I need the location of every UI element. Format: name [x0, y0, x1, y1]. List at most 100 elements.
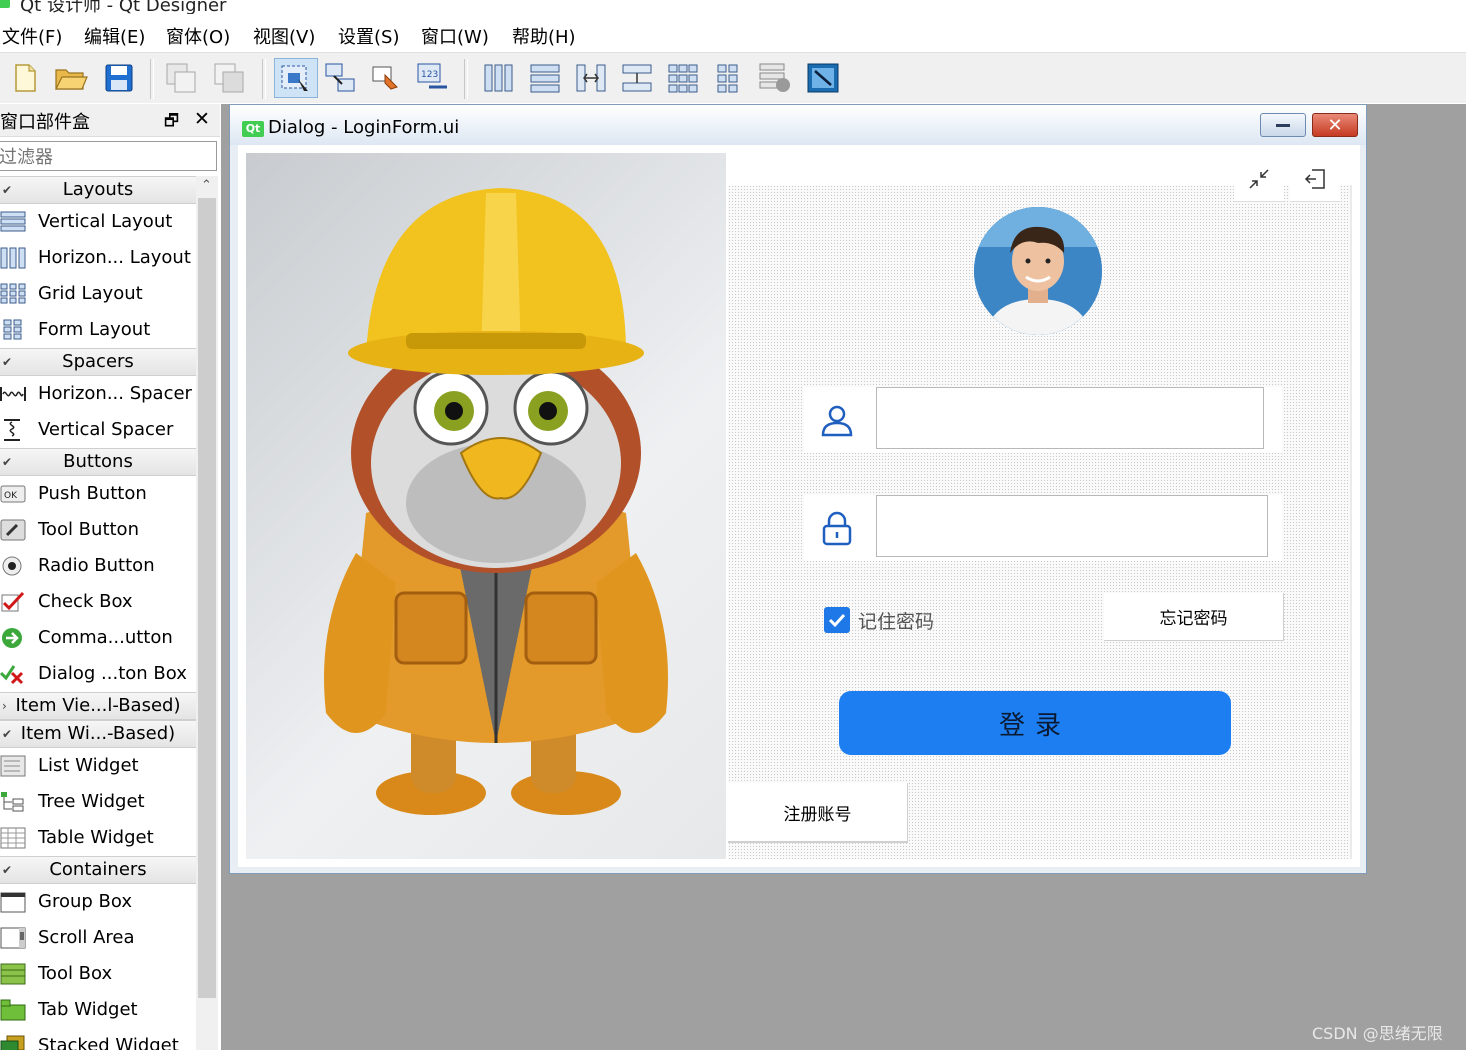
category-item-widgets[interactable]: ✔ Item Wi...-Based) [0, 720, 196, 748]
form-window-titlebar[interactable]: Qt Dialog - LoginForm.ui ✕ [230, 105, 1366, 145]
remember-password-label: 记住密码 [858, 610, 935, 633]
close-dock-icon[interactable]: ✕ [194, 108, 210, 130]
dialog-button-box-icon [0, 665, 24, 685]
scroll-area-icon [0, 927, 26, 949]
widget-list-widget[interactable]: List Widget [0, 748, 196, 784]
qt-logo-icon: Qt [242, 121, 264, 137]
float-dock-icon[interactable]: 🗗 [164, 110, 179, 137]
category-buttons[interactable]: ✔ Buttons [0, 448, 196, 476]
widget-command-link-button[interactable]: Comma...utton [0, 620, 196, 656]
app-title: Qt 设计师 - Qt Designer [20, 0, 227, 14]
widget-filter-input[interactable] [0, 141, 217, 171]
widget-horizontal-spacer[interactable]: Horizon... Spacer [0, 376, 196, 412]
menu-edit[interactable]: 编辑(E) [84, 23, 145, 49]
avatar [974, 207, 1102, 335]
category-layouts[interactable]: ✔ Layouts [0, 176, 196, 204]
category-item-views[interactable]: › Item Vie...l-Based) [0, 692, 196, 720]
chevron-right-icon: › [2, 699, 7, 713]
watermark: CSDN @思绪无限 [1312, 1024, 1443, 1043]
category-containers[interactable]: ✔ Containers [0, 856, 196, 884]
collapse-button[interactable] [1234, 157, 1284, 202]
widget-list: ✔ Layouts Vertical Layout Horizon... Lay… [0, 176, 196, 1050]
edit-buddies-icon[interactable] [368, 58, 406, 98]
collapse-arrows-icon [1249, 169, 1269, 189]
new-file-icon[interactable] [6, 58, 44, 98]
layout-v-splitter-icon[interactable] [618, 58, 656, 98]
edit-signals-slots-icon[interactable] [322, 58, 360, 98]
logout-button[interactable] [1290, 157, 1340, 202]
layout-horizontal-icon[interactable] [480, 58, 518, 98]
tab-widget-icon [0, 999, 26, 1021]
menu-form[interactable]: 窗体(O) [166, 23, 230, 49]
menu-file[interactable]: 文件(F) [2, 23, 62, 49]
widget-horizontal-layout[interactable]: Horizon... Layout [0, 240, 196, 276]
widget-box-titlebar: 窗口部件盒 🗗 ✕ [0, 104, 220, 137]
widget-table-widget[interactable]: Table Widget [0, 820, 196, 856]
grid-layout-icon [0, 283, 26, 304]
username-input[interactable] [876, 387, 1264, 449]
widget-tab-widget[interactable]: Tab Widget [0, 992, 196, 1028]
password-input[interactable] [876, 495, 1268, 557]
widget-dialog-button-box[interactable]: Dialog ...ton Box [0, 656, 196, 692]
widget-box-scrollbar[interactable]: ⌃ [196, 176, 218, 1050]
widget-vertical-spacer[interactable]: Vertical Spacer [0, 412, 196, 448]
username-row [804, 387, 1282, 453]
widget-tool-box[interactable]: Tool Box [0, 956, 196, 992]
widget-vertical-layout[interactable]: Vertical Layout [0, 204, 196, 240]
vertical-spacer-icon [4, 419, 20, 441]
widget-form-layout[interactable]: Form Layout [0, 312, 196, 348]
chevron-down-icon: ✔ [2, 183, 13, 197]
widget-stacked-widget[interactable]: Stacked Widget [0, 1028, 196, 1050]
forgot-password-button[interactable]: 忘记密码 [1104, 593, 1284, 641]
minimize-button[interactable] [1260, 113, 1306, 137]
paste-icon[interactable] [210, 58, 248, 98]
checkbox-checked-icon[interactable] [824, 607, 850, 633]
widget-tool-button[interactable]: Tool Button [0, 512, 196, 548]
push-button-icon: OK [0, 485, 26, 503]
layout-h-splitter-icon[interactable] [572, 58, 610, 98]
layout-vertical-icon[interactable] [526, 58, 564, 98]
radio-button-icon [2, 556, 22, 576]
register-button[interactable]: 注册账号 [728, 783, 908, 843]
qt-app-icon [0, 0, 10, 8]
adjust-size-icon[interactable] [804, 58, 842, 98]
edit-widgets-icon[interactable] [274, 58, 318, 98]
widget-radio-button[interactable]: Radio Button [0, 548, 196, 584]
app-titlebar: Qt 设计师 - Qt Designer [0, 0, 1466, 14]
menu-help[interactable]: 帮助(H) [512, 23, 576, 49]
widget-check-box[interactable]: Check Box [0, 584, 196, 620]
widget-group-box[interactable]: Group Box [0, 884, 196, 920]
edit-tab-order-icon[interactable]: 123 [414, 58, 452, 98]
command-link-button-icon [2, 628, 22, 648]
check-box-icon [1, 591, 25, 612]
menu-settings[interactable]: 设置(S) [338, 23, 399, 49]
close-button[interactable]: ✕ [1312, 113, 1358, 137]
svg-text:123: 123 [421, 70, 438, 80]
horizontal-layout-icon [0, 247, 26, 269]
layout-grid-icon[interactable] [664, 58, 702, 98]
stacked-widget-icon [0, 1035, 25, 1050]
scroll-up-icon[interactable]: ⌃ [201, 178, 212, 193]
scrollbar-thumb[interactable] [198, 198, 216, 998]
chevron-down-icon: ✔ [2, 455, 13, 469]
break-layout-icon[interactable] [756, 58, 794, 98]
save-icon[interactable] [100, 58, 138, 98]
form-window: Qt Dialog - LoginForm.ui ✕ 记住密码 忘记密码 登录 … [229, 104, 1367, 874]
copy-icon[interactable] [162, 58, 200, 98]
remember-password-checkbox[interactable]: 记住密码 [824, 605, 934, 635]
widget-scroll-area[interactable]: Scroll Area [0, 920, 196, 956]
open-folder-icon[interactable] [52, 58, 90, 98]
mascot-image [246, 153, 726, 859]
layout-form-icon[interactable] [710, 58, 748, 98]
menu-window[interactable]: 窗口(W) [421, 23, 489, 49]
user-icon [821, 405, 853, 437]
exit-icon [1304, 169, 1325, 189]
category-spacers[interactable]: ✔ Spacers [0, 348, 196, 376]
menu-view[interactable]: 视图(V) [253, 23, 315, 49]
widget-box-title: 窗口部件盒 [0, 112, 90, 133]
login-button[interactable]: 登录 [839, 691, 1231, 755]
widget-grid-layout[interactable]: Grid Layout [0, 276, 196, 312]
widget-push-button[interactable]: OK Push Button [0, 476, 196, 512]
widget-tree-widget[interactable]: Tree Widget [0, 784, 196, 820]
table-widget-icon [0, 827, 26, 849]
